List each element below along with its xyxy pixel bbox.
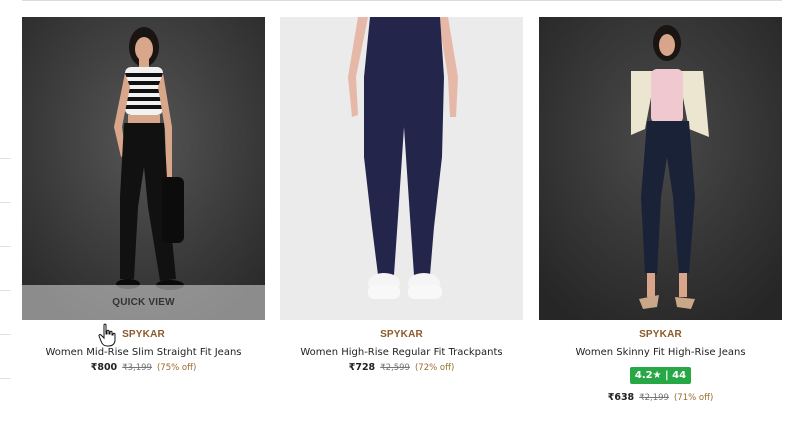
product-price: ₹638 — [607, 392, 635, 403]
product-discount: (75% off) — [156, 363, 197, 373]
price-row: ₹728 ₹2,599 (72% off) — [280, 362, 523, 373]
product-card[interactable]: SPYKAR Women High-Rise Regular Fit Track… — [280, 17, 523, 373]
product-mrp: ₹2,599 — [380, 363, 410, 373]
product-title[interactable]: Women Skinny Fit High-Rise Jeans — [539, 347, 782, 358]
price-row: ₹800 ₹3,199 (75% off) — [22, 362, 265, 373]
product-photo-navy-trackpants — [280, 17, 523, 320]
price-row: ₹638 ₹2,199 (71% off) — [539, 392, 782, 403]
product-image[interactable] — [539, 17, 782, 320]
product-brand: SPYKAR — [122, 329, 165, 340]
product-mrp: ₹3,199 — [122, 363, 152, 373]
filter-panel-edge — [0, 0, 12, 446]
rating-badge: 4.2★ | 44 — [629, 367, 692, 384]
product-card[interactable]: SPYKAR Women Skinny Fit High-Rise Jeans … — [539, 17, 782, 403]
product-price: ₹728 — [348, 362, 376, 373]
hand-cursor-icon — [98, 323, 116, 347]
product-image[interactable] — [280, 17, 523, 320]
product-mrp: ₹2,199 — [639, 393, 669, 403]
rating-wrap: 4.2★ | 44 — [539, 365, 782, 384]
product-photo-model-navy-jeans — [539, 17, 782, 320]
product-image[interactable]: QUICK VIEW — [22, 17, 265, 320]
product-card[interactable]: QUICK VIEW SPYKAR Women Mid-Rise Slim St… — [22, 17, 265, 373]
quick-view-button[interactable]: QUICK VIEW — [22, 285, 265, 320]
product-discount: (71% off) — [673, 393, 714, 403]
product-price: ₹800 — [90, 362, 118, 373]
product-photo-model-black-jeans — [22, 17, 265, 320]
product-discount: (72% off) — [414, 363, 455, 373]
product-brand: SPYKAR — [639, 329, 682, 340]
top-divider — [22, 0, 782, 1]
product-brand: SPYKAR — [380, 329, 423, 340]
product-title[interactable]: Women High-Rise Regular Fit Trackpants — [280, 347, 523, 358]
product-title[interactable]: Women Mid-Rise Slim Straight Fit Jeans — [22, 347, 265, 358]
